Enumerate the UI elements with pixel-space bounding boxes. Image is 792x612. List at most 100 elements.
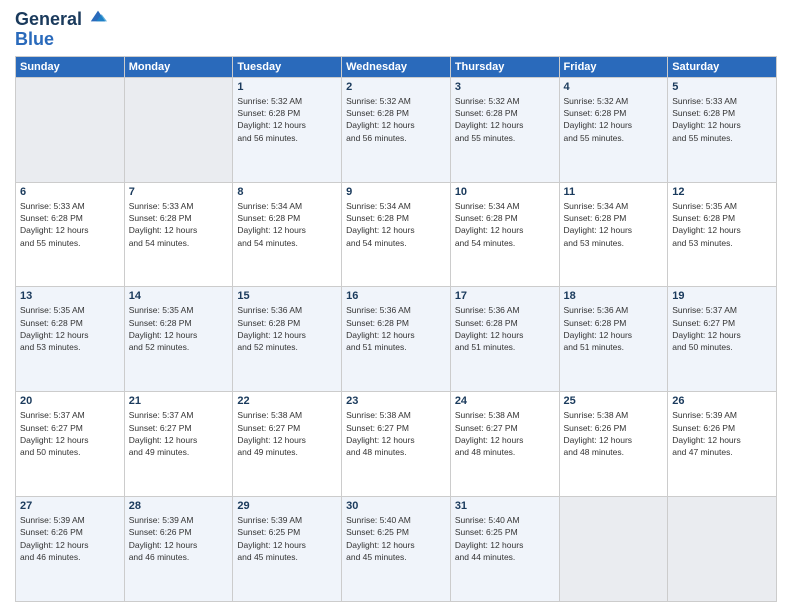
day-number: 18 — [564, 290, 664, 302]
weekday-header: Wednesday — [342, 56, 451, 77]
day-info: Sunrise: 5:34 AM Sunset: 6:28 PM Dayligh… — [346, 200, 446, 249]
day-info: Sunrise: 5:36 AM Sunset: 6:28 PM Dayligh… — [237, 304, 337, 353]
day-info: Sunrise: 5:40 AM Sunset: 6:25 PM Dayligh… — [346, 514, 446, 563]
day-info: Sunrise: 5:32 AM Sunset: 6:28 PM Dayligh… — [564, 95, 664, 144]
day-info: Sunrise: 5:34 AM Sunset: 6:28 PM Dayligh… — [237, 200, 337, 249]
day-number: 17 — [455, 290, 555, 302]
calendar-week-row: 27 Sunrise: 5:39 AM Sunset: 6:26 PM Dayli… — [16, 497, 777, 602]
day-number: 20 — [20, 395, 120, 407]
day-info: Sunrise: 5:34 AM Sunset: 6:28 PM Dayligh… — [455, 200, 555, 249]
day-info: Sunrise: 5:39 AM Sunset: 6:26 PM Dayligh… — [20, 514, 120, 563]
day-info: Sunrise: 5:33 AM Sunset: 6:28 PM Dayligh… — [20, 200, 120, 249]
calendar-week-row: 6 Sunrise: 5:33 AM Sunset: 6:28 PM Daylig… — [16, 182, 777, 287]
day-info: Sunrise: 5:39 AM Sunset: 6:26 PM Dayligh… — [672, 409, 772, 458]
day-info: Sunrise: 5:38 AM Sunset: 6:27 PM Dayligh… — [346, 409, 446, 458]
day-info: Sunrise: 5:32 AM Sunset: 6:28 PM Dayligh… — [455, 95, 555, 144]
table-row: 26 Sunrise: 5:39 AM Sunset: 6:26 PM Dayli… — [668, 392, 777, 497]
day-info: Sunrise: 5:35 AM Sunset: 6:28 PM Dayligh… — [129, 304, 229, 353]
day-number: 1 — [237, 81, 337, 93]
table-row: 15 Sunrise: 5:36 AM Sunset: 6:28 PM Dayli… — [233, 287, 342, 392]
day-number: 19 — [672, 290, 772, 302]
day-number: 28 — [129, 500, 229, 512]
day-number: 16 — [346, 290, 446, 302]
day-number: 30 — [346, 500, 446, 512]
day-info: Sunrise: 5:37 AM Sunset: 6:27 PM Dayligh… — [129, 409, 229, 458]
page: General Blue SundayMondayTuesdayWednesda… — [0, 0, 792, 612]
day-info: Sunrise: 5:39 AM Sunset: 6:26 PM Dayligh… — [129, 514, 229, 563]
table-row: 2Sunrise: 5:32 AM Sunset: 6:28 PM Daylig… — [342, 77, 451, 182]
weekday-header: Tuesday — [233, 56, 342, 77]
day-number: 24 — [455, 395, 555, 407]
table-row: 25 Sunrise: 5:38 AM Sunset: 6:26 PM Dayli… — [559, 392, 668, 497]
day-number: 11 — [564, 186, 664, 198]
day-number: 27 — [20, 500, 120, 512]
day-info: Sunrise: 5:40 AM Sunset: 6:25 PM Dayligh… — [455, 514, 555, 563]
day-info: Sunrise: 5:36 AM Sunset: 6:28 PM Dayligh… — [346, 304, 446, 353]
day-number: 26 — [672, 395, 772, 407]
day-number: 21 — [129, 395, 229, 407]
day-number: 23 — [346, 395, 446, 407]
weekday-header: Friday — [559, 56, 668, 77]
table-row: 13 Sunrise: 5:35 AM Sunset: 6:28 PM Dayli… — [16, 287, 125, 392]
calendar-week-row: 20 Sunrise: 5:37 AM Sunset: 6:27 PM Dayli… — [16, 392, 777, 497]
table-row: 20 Sunrise: 5:37 AM Sunset: 6:27 PM Dayli… — [16, 392, 125, 497]
day-info: Sunrise: 5:33 AM Sunset: 6:28 PM Dayligh… — [129, 200, 229, 249]
table-row: 31Sunrise: 5:40 AM Sunset: 6:25 PM Dayli… — [450, 497, 559, 602]
day-number: 10 — [455, 186, 555, 198]
table-row: 17 Sunrise: 5:36 AM Sunset: 6:28 PM Dayli… — [450, 287, 559, 392]
day-number: 29 — [237, 500, 337, 512]
table-row — [124, 77, 233, 182]
table-row: 29 Sunrise: 5:39 AM Sunset: 6:25 PM Dayli… — [233, 497, 342, 602]
logo-blue: Blue — [15, 30, 107, 48]
table-row: 7Sunrise: 5:33 AM Sunset: 6:28 PM Daylig… — [124, 182, 233, 287]
table-row: 6 Sunrise: 5:33 AM Sunset: 6:28 PM Daylig… — [16, 182, 125, 287]
table-row: 4Sunrise: 5:32 AM Sunset: 6:28 PM Daylig… — [559, 77, 668, 182]
table-row: 28 Sunrise: 5:39 AM Sunset: 6:26 PM Dayli… — [124, 497, 233, 602]
table-row: 14Sunrise: 5:35 AM Sunset: 6:28 PM Dayli… — [124, 287, 233, 392]
day-info: Sunrise: 5:39 AM Sunset: 6:25 PM Dayligh… — [237, 514, 337, 563]
day-info: Sunrise: 5:36 AM Sunset: 6:28 PM Dayligh… — [455, 304, 555, 353]
day-info: Sunrise: 5:38 AM Sunset: 6:27 PM Dayligh… — [237, 409, 337, 458]
day-info: Sunrise: 5:32 AM Sunset: 6:28 PM Dayligh… — [346, 95, 446, 144]
table-row: 11 Sunrise: 5:34 AM Sunset: 6:28 PM Dayli… — [559, 182, 668, 287]
day-info: Sunrise: 5:32 AM Sunset: 6:28 PM Dayligh… — [237, 95, 337, 144]
day-number: 6 — [20, 186, 120, 198]
day-info: Sunrise: 5:37 AM Sunset: 6:27 PM Dayligh… — [20, 409, 120, 458]
day-number: 13 — [20, 290, 120, 302]
day-number: 3 — [455, 81, 555, 93]
weekday-header: Thursday — [450, 56, 559, 77]
day-number: 9 — [346, 186, 446, 198]
day-info: Sunrise: 5:38 AM Sunset: 6:27 PM Dayligh… — [455, 409, 555, 458]
logo: General Blue — [15, 10, 107, 48]
table-row: 1 Sunrise: 5:32 AM Sunset: 6:28 PM Daylig… — [233, 77, 342, 182]
calendar-header-row: SundayMondayTuesdayWednesdayThursdayFrid… — [16, 56, 777, 77]
table-row: 21 Sunrise: 5:37 AM Sunset: 6:27 PM Dayli… — [124, 392, 233, 497]
day-number: 25 — [564, 395, 664, 407]
day-number: 22 — [237, 395, 337, 407]
day-info: Sunrise: 5:35 AM Sunset: 6:28 PM Dayligh… — [20, 304, 120, 353]
table-row: 30 Sunrise: 5:40 AM Sunset: 6:25 PM Dayli… — [342, 497, 451, 602]
day-info: Sunrise: 5:34 AM Sunset: 6:28 PM Dayligh… — [564, 200, 664, 249]
day-number: 15 — [237, 290, 337, 302]
header: General Blue — [15, 10, 777, 48]
table-row: 27 Sunrise: 5:39 AM Sunset: 6:26 PM Dayli… — [16, 497, 125, 602]
weekday-header: Sunday — [16, 56, 125, 77]
table-row: 23 Sunrise: 5:38 AM Sunset: 6:27 PM Dayli… — [342, 392, 451, 497]
table-row: 8Sunrise: 5:34 AM Sunset: 6:28 PM Daylig… — [233, 182, 342, 287]
day-info: Sunrise: 5:36 AM Sunset: 6:28 PM Dayligh… — [564, 304, 664, 353]
day-number: 12 — [672, 186, 772, 198]
day-info: Sunrise: 5:38 AM Sunset: 6:26 PM Dayligh… — [564, 409, 664, 458]
table-row: 24 Sunrise: 5:38 AM Sunset: 6:27 PM Dayli… — [450, 392, 559, 497]
day-number: 5 — [672, 81, 772, 93]
table-row: 10 Sunrise: 5:34 AM Sunset: 6:28 PM Dayli… — [450, 182, 559, 287]
table-row: 19 Sunrise: 5:37 AM Sunset: 6:27 PM Dayli… — [668, 287, 777, 392]
day-info: Sunrise: 5:37 AM Sunset: 6:27 PM Dayligh… — [672, 304, 772, 353]
day-info: Sunrise: 5:33 AM Sunset: 6:28 PM Dayligh… — [672, 95, 772, 144]
weekday-header: Saturday — [668, 56, 777, 77]
table-row: 3 Sunrise: 5:32 AM Sunset: 6:28 PM Daylig… — [450, 77, 559, 182]
table-row — [668, 497, 777, 602]
table-row: 9 Sunrise: 5:34 AM Sunset: 6:28 PM Daylig… — [342, 182, 451, 287]
logo-icon — [89, 7, 107, 25]
table-row: 12Sunrise: 5:35 AM Sunset: 6:28 PM Dayli… — [668, 182, 777, 287]
weekday-header: Monday — [124, 56, 233, 77]
